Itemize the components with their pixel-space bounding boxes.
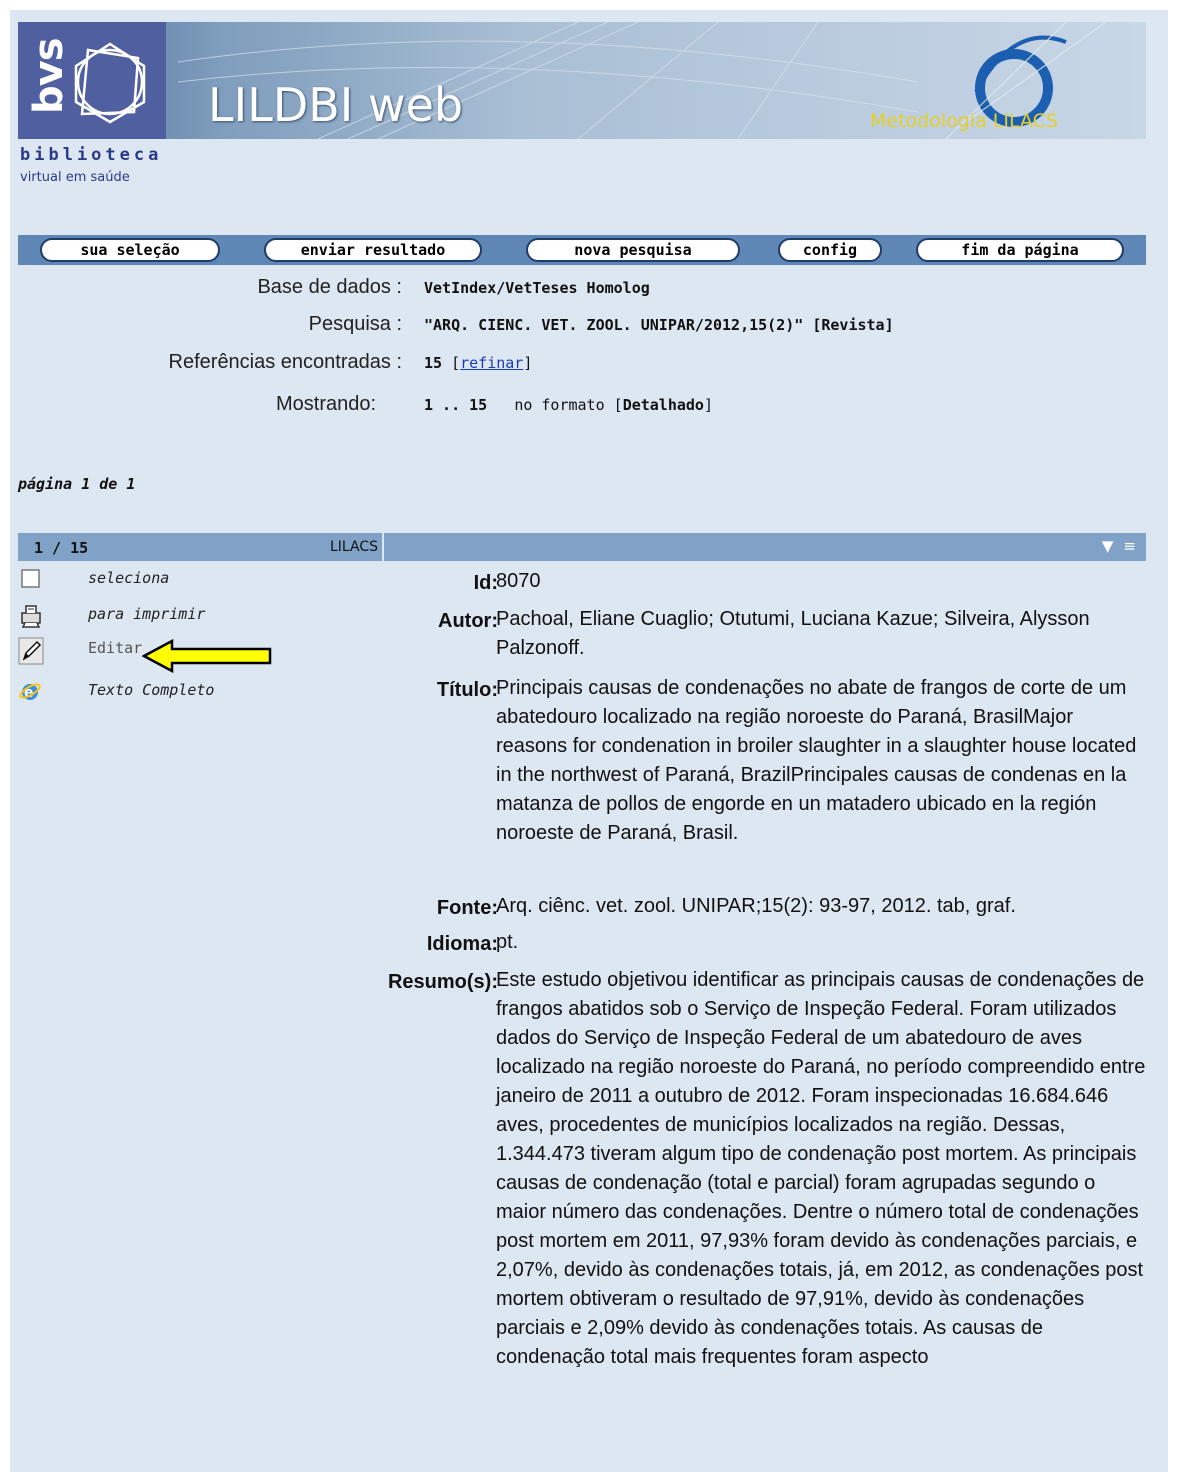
pesquisa-row: Pesquisa : "ARQ. CIENC. VET. ZOOL. UNIPA… <box>18 313 1146 337</box>
config-button[interactable]: config <box>778 238 882 262</box>
fonte-label: Fonte: <box>436 897 498 919</box>
seleciona-label[interactable]: seleciona <box>88 569 169 587</box>
record-source: LILACS <box>329 539 378 555</box>
imprimir-action[interactable]: para imprimir <box>18 602 348 628</box>
refinar-link[interactable]: refinar <box>460 354 523 372</box>
chevron-down-icon[interactable]: ▼ <box>1102 537 1114 555</box>
idioma-value: pt. <box>496 931 519 953</box>
fonte-value: Arq. ciênc. vet. zool. UNIPAR;15(2): 93-… <box>496 895 1016 917</box>
seleciona-action[interactable]: seleciona <box>18 566 348 592</box>
autor-label: Autor: <box>438 610 498 632</box>
referencias-row: Referências encontradas : 15 [refinar] <box>18 351 1146 375</box>
base-de-dados-value: VetIndex/VetTeses Homolog <box>424 279 650 297</box>
biblioteca-text: biblioteca <box>20 145 163 165</box>
base-de-dados-row: Base de dados : VetIndex/VetTeses Homolo… <box>18 276 1146 300</box>
header-banner: bvs LILDBI web Metodologia LILACS <box>18 22 1146 139</box>
mostrando-range: 1 .. 15 <box>424 396 488 414</box>
pagination-text: página 1 de 1 <box>18 475 136 493</box>
pencil-icon[interactable] <box>18 637 44 665</box>
record-count: 1 / 15 <box>34 539 89 557</box>
referencias-label: Referências encontradas : <box>168 351 402 373</box>
checkbox-icon[interactable] <box>18 567 42 591</box>
base-de-dados-label: Base de dados : <box>257 276 402 298</box>
sua-selecao-button[interactable]: sua seleção <box>40 238 220 262</box>
mostrando-row: Mostrando: 1 .. 15 no formato [Detalhado… <box>18 393 1146 417</box>
record-header-right: ▼ ≡ <box>384 533 1146 561</box>
metodologia-lilacs-text: Metodologia LILACS <box>870 110 1058 132</box>
id-value: 8070 <box>496 570 541 592</box>
titulo-label: Título: <box>436 679 498 701</box>
idioma-label: Idioma: <box>426 933 498 955</box>
app-title: LILDBI web <box>208 78 464 132</box>
pesquisa-label: Pesquisa : <box>308 313 402 335</box>
titulo-value: Principais causas de condenações no abat… <box>496 677 1137 844</box>
virtual-em-saude-text: virtual em saúde <box>20 170 130 185</box>
referencias-value: 15 [refinar] <box>424 354 533 372</box>
editar-label[interactable]: Editar <box>88 639 142 657</box>
fim-da-pagina-button[interactable]: fim da página <box>916 238 1124 262</box>
page: bvs LILDBI web Metodologia LILACS biblio… <box>10 10 1168 1472</box>
collapse-icon[interactable]: ≡ <box>1123 537 1136 555</box>
formato-value[interactable]: Detalhado <box>623 396 704 414</box>
toolbar: sua seleção enviar resultado nova pesqui… <box>18 235 1146 265</box>
bvs-logo-text: bvs <box>26 38 72 114</box>
id-label: Id: <box>473 572 498 594</box>
printer-icon[interactable] <box>18 603 42 628</box>
resumo-value: Este estudo objetivou identificar as pri… <box>496 969 1146 1368</box>
mostrando-value: 1 .. 15 no formato [Detalhado] <box>424 396 713 414</box>
pesquisa-value: "ARQ. CIENC. VET. ZOOL. UNIPAR/2012,15(2… <box>424 316 894 334</box>
ie-browser-icon[interactable]: e <box>18 679 42 703</box>
arrow-annotation-icon <box>142 639 272 673</box>
record-header-left: 1 / 15 LILACS <box>18 533 382 561</box>
enviar-resultado-button[interactable]: enviar resultado <box>264 238 482 262</box>
resumo-label: Resumo(s): <box>387 971 498 993</box>
nova-pesquisa-button[interactable]: nova pesquisa <box>526 238 740 262</box>
imprimir-label[interactable]: para imprimir <box>88 605 205 623</box>
texto-completo-label[interactable]: Texto Completo <box>88 681 214 699</box>
autor-value: Pachoal, Eliane Cuaglio; Otutumi, Lucian… <box>496 608 1090 659</box>
mostrando-label: Mostrando: <box>276 393 377 415</box>
bvs-logo[interactable]: bvs <box>18 22 166 139</box>
referencias-count: 15 <box>424 354 443 372</box>
texto-completo-action[interactable]: e Texto Completo <box>18 678 348 704</box>
formato-text: no formato <box>514 396 605 414</box>
